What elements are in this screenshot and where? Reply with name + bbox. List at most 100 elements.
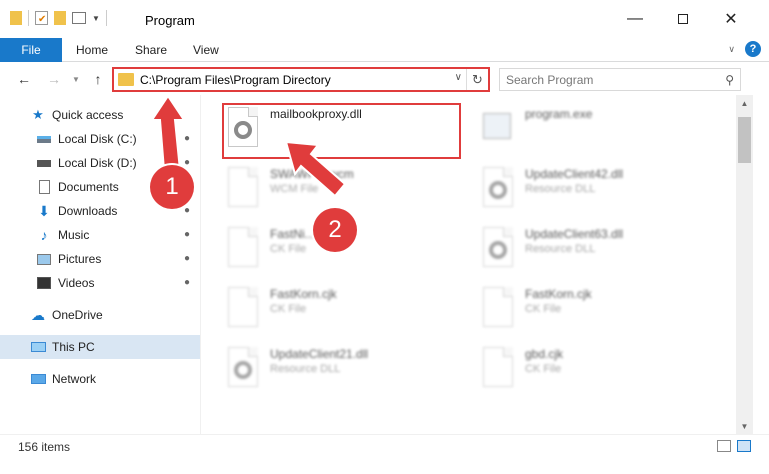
forward-button[interactable]: →	[44, 69, 64, 89]
sidebar-item-onedrive[interactable]: ☁ OneDrive	[0, 303, 200, 327]
tab-home[interactable]: Home	[76, 38, 108, 62]
file-type: Resource DLL	[270, 363, 341, 375]
file-item[interactable]: FastKorn.cjk CK File	[481, 285, 721, 337]
sidebar-item-music[interactable]: ♪ Music ●	[0, 223, 200, 247]
search-box[interactable]: ⚲	[499, 68, 741, 91]
music-icon: ♪	[40, 227, 48, 243]
new-folder-icon[interactable]	[54, 11, 66, 25]
file-type: Resource DLL	[525, 243, 596, 255]
maximize-button[interactable]	[660, 0, 706, 38]
sidebar-item-label: OneDrive	[52, 308, 103, 322]
navigation-pane: ★ Quick access Local Disk (C:) ● Local D…	[0, 95, 200, 434]
pictures-icon	[36, 251, 52, 267]
recent-locations-button[interactable]: ▼	[66, 69, 86, 89]
title-bar: ✔ ▼ Program — ✕	[0, 0, 769, 38]
sidebar-item-label: Quick access	[52, 108, 124, 122]
file-item[interactable]: SWAWPI2.wcm WCM File	[226, 165, 466, 217]
file-name: UpdateClient42.dll	[525, 167, 624, 181]
quick-access-toolbar: ✔ ▼	[10, 10, 107, 26]
sidebar-item-videos[interactable]: Videos ●	[0, 271, 200, 295]
exe-file-icon	[481, 105, 515, 149]
close-button[interactable]: ✕	[708, 0, 754, 38]
tab-view[interactable]: View	[193, 38, 219, 62]
file-type: CK File	[525, 363, 562, 375]
pin-icon[interactable]: ●	[184, 229, 194, 240]
scrollbar-thumb[interactable]	[738, 117, 751, 163]
tab-file[interactable]: File	[0, 38, 62, 62]
dll-file-icon	[481, 225, 515, 269]
chevron-down-icon[interactable]: ▼	[92, 14, 100, 23]
sidebar-item-label: Documents	[58, 180, 119, 194]
computer-icon	[30, 339, 46, 355]
file-icon	[481, 285, 515, 329]
sidebar-item-label: This PC	[52, 340, 95, 354]
sidebar-item-pictures[interactable]: Pictures ●	[0, 247, 200, 271]
pin-icon[interactable]: ●	[184, 253, 194, 264]
bottom-bar	[0, 458, 769, 474]
annotation-badge-2: 2	[313, 208, 357, 252]
sidebar-item-label: Downloads	[58, 204, 118, 218]
folder-icon	[10, 11, 22, 25]
file-item[interactable]: gbd.cjk CK File	[481, 345, 721, 397]
pin-icon[interactable]: ●	[184, 133, 194, 144]
file-icon	[226, 225, 260, 269]
sidebar-item-quick-access[interactable]: ★ Quick access	[0, 103, 200, 127]
sidebar-item-this-pc[interactable]: This PC	[0, 335, 200, 359]
chevron-down-icon[interactable]: ∨	[455, 72, 462, 83]
file-type: CK File	[270, 303, 307, 315]
star-icon: ★	[32, 107, 44, 122]
file-name: FastNi...	[270, 227, 315, 241]
scroll-up-icon[interactable]: ▲	[736, 95, 753, 111]
large-icons-view-icon[interactable]	[737, 440, 751, 452]
file-icon	[481, 345, 515, 389]
separator	[28, 10, 29, 26]
back-button[interactable]: ←	[14, 69, 34, 89]
scroll-down-icon[interactable]: ▼	[736, 418, 753, 434]
sidebar-item-local-disk-c[interactable]: Local Disk (C:) ●	[0, 127, 200, 151]
refresh-button[interactable]: ↻	[466, 69, 488, 90]
folder-icon	[118, 73, 134, 86]
expand-ribbon-icon[interactable]: ∨	[728, 44, 735, 55]
address-bar[interactable]: C:\Program Files\Program Directory ∨ ↻	[112, 67, 490, 92]
file-item[interactable]: UpdateClient63.dll Resource DLL	[481, 225, 721, 277]
documents-icon	[36, 179, 52, 195]
downloads-icon: ⬇	[38, 202, 50, 219]
file-icon	[226, 165, 260, 209]
file-name: UpdateClient63.dll	[525, 227, 624, 241]
drive-icon	[36, 131, 52, 147]
file-item[interactable]: program.exe	[481, 105, 721, 157]
ribbon: File Home Share View ∨ ?	[0, 38, 769, 62]
file-name: FastKorn.cjk	[525, 287, 592, 301]
annotation-badge-1: 1	[150, 165, 194, 209]
cloud-icon: ☁	[31, 306, 45, 323]
network-icon	[30, 371, 46, 387]
help-icon[interactable]: ?	[745, 41, 761, 57]
pin-icon[interactable]: ●	[184, 277, 194, 288]
file-item[interactable]: UpdateClient21.dll Resource DLL	[226, 345, 466, 397]
search-input[interactable]	[506, 72, 706, 87]
file-list: mailbookproxy.dll SWAWPI2.wcm WCM File Fa…	[201, 95, 736, 434]
details-view-icon[interactable]	[717, 440, 731, 452]
item-count: 156 items	[18, 440, 71, 454]
dll-file-icon	[481, 165, 515, 209]
sidebar-item-label: Music	[58, 228, 90, 242]
pin-icon[interactable]: ●	[184, 205, 194, 216]
tab-share[interactable]: Share	[135, 38, 167, 62]
file-type: CK File	[525, 303, 562, 315]
sidebar-item-network[interactable]: Network	[0, 367, 200, 391]
up-button[interactable]: ↑	[88, 69, 108, 89]
separator	[105, 10, 107, 26]
pin-icon[interactable]: ●	[184, 157, 194, 168]
sidebar-item-label: Local Disk (D:)	[58, 156, 137, 170]
minimize-button[interactable]: —	[612, 0, 658, 38]
vertical-scrollbar[interactable]: ▲ ▼	[736, 95, 753, 434]
properties-icon[interactable]: ✔	[35, 11, 48, 25]
file-item[interactable]: UpdateClient42.dll Resource DLL	[481, 165, 721, 217]
window-title: Program	[145, 13, 195, 28]
file-item[interactable]: FastKorn.cjk CK File	[226, 285, 466, 337]
customize-icon[interactable]	[72, 12, 86, 24]
file-name: mailbookproxy.dll	[270, 107, 362, 121]
file-item[interactable]: mailbookproxy.dll	[226, 105, 466, 157]
file-type: CK File	[270, 243, 307, 255]
file-icon	[226, 285, 260, 329]
